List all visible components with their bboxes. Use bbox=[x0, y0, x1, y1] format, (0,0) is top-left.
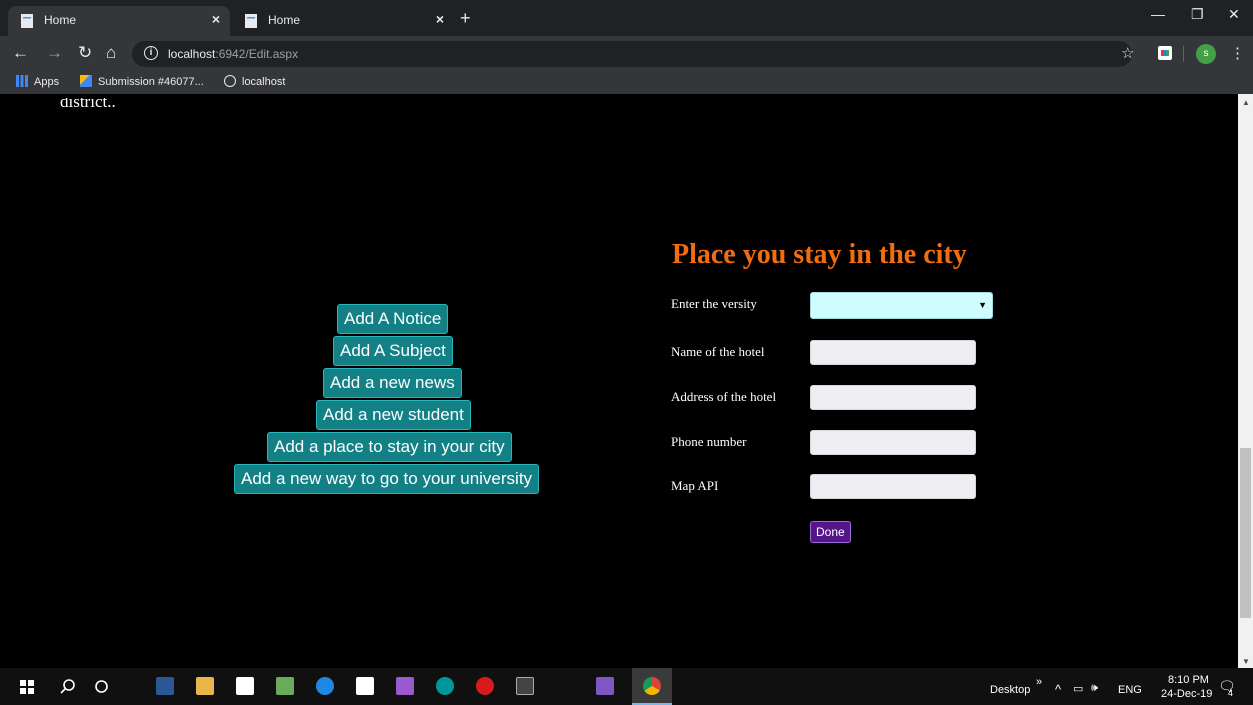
hotel-address-label: Address of the hotel bbox=[671, 389, 777, 404]
profile-avatar[interactable]: s bbox=[1196, 44, 1216, 64]
submission-icon bbox=[80, 75, 92, 87]
phone-label: Phone number bbox=[671, 434, 747, 449]
arduino-icon[interactable] bbox=[436, 677, 454, 695]
url-text: localhost:6942/Edit.aspx bbox=[168, 47, 298, 61]
hotel-name-label: Name of the hotel bbox=[671, 344, 765, 359]
phone-input[interactable] bbox=[810, 430, 976, 455]
add-place-to-stay-button[interactable]: Add a place to stay in your city bbox=[267, 432, 512, 462]
bookmark-submission[interactable]: Submission #46077... bbox=[80, 75, 204, 88]
url-path: :6942/Edit.aspx bbox=[215, 47, 299, 61]
store-icon[interactable] bbox=[236, 677, 254, 695]
clock-time[interactable]: 8:10 PM bbox=[1168, 674, 1209, 686]
mail-icon[interactable] bbox=[356, 677, 374, 695]
volume-icon[interactable]: 🕪 bbox=[1091, 682, 1098, 695]
bookmark-localhost[interactable]: localhost bbox=[224, 75, 285, 88]
versity-select[interactable]: ▼ bbox=[810, 292, 993, 319]
bookmark-apps[interactable]: Apps bbox=[16, 75, 59, 88]
chrome-taskbar-button[interactable] bbox=[632, 668, 672, 705]
bookmark-label: Submission #46077... bbox=[98, 76, 204, 88]
action-center-notification-icon[interactable]: 🗨 bbox=[1218, 678, 1236, 695]
dropdown-arrow-icon: ▼ bbox=[978, 300, 987, 310]
cortana-icon[interactable] bbox=[94, 679, 109, 694]
network-icon[interactable]: ▭ bbox=[1073, 682, 1083, 695]
page-favicon-icon bbox=[21, 14, 33, 28]
show-hidden-icons-chevron-icon[interactable]: ^ bbox=[1055, 682, 1061, 697]
opera-icon[interactable] bbox=[476, 677, 494, 695]
tab-close-icon[interactable]: × bbox=[212, 11, 220, 27]
home-icon[interactable]: ⌂ bbox=[106, 43, 116, 63]
tab-home-1[interactable]: Home × bbox=[8, 6, 230, 36]
add-subject-button[interactable]: Add A Subject bbox=[333, 336, 453, 366]
add-way-to-university-button[interactable]: Add a new way to go to your university bbox=[234, 464, 540, 494]
browser-toolbar: ← → ↻ ⌂ i localhost:6942/Edit.aspx ☆ bbox=[0, 36, 1253, 72]
windows-taskbar: Desktop » ^ ▭ 🕪 ENG 8:10 PM 24-Dec-19 🗨 … bbox=[0, 668, 1253, 705]
scroll-down-arrow-icon[interactable]: ▼ bbox=[1242, 657, 1250, 666]
word-icon[interactable] bbox=[156, 677, 174, 695]
tab-home-2[interactable]: Home × bbox=[232, 6, 454, 36]
search-icon[interactable] bbox=[60, 678, 76, 694]
globe-icon bbox=[224, 75, 236, 87]
page-favicon-icon bbox=[245, 14, 257, 28]
photos-app-icon[interactable] bbox=[276, 677, 294, 695]
versity-label: Enter the versity bbox=[671, 296, 757, 311]
edge-icon[interactable] bbox=[316, 677, 334, 695]
toolbar-expand-icon[interactable]: » bbox=[1036, 676, 1042, 688]
add-student-button[interactable]: Add a new student bbox=[316, 400, 471, 430]
tab-strip: Home × Home × + — ❐ ✕ bbox=[0, 0, 1253, 36]
forward-arrow-icon[interactable]: → bbox=[46, 43, 63, 63]
desktop-toolbar-label[interactable]: Desktop bbox=[990, 684, 1030, 696]
add-news-button[interactable]: Add a new news bbox=[323, 368, 462, 398]
hotel-address-input[interactable] bbox=[810, 385, 976, 410]
toolbar-separator bbox=[1183, 46, 1184, 62]
bookmark-label: Apps bbox=[34, 76, 60, 88]
menu-kebab-icon[interactable]: ⋮ bbox=[1230, 44, 1245, 62]
tab-title: Home bbox=[268, 13, 301, 27]
form-title: Place you stay in the city bbox=[672, 239, 967, 270]
page-scrollbar[interactable]: ▲ ▼ bbox=[1238, 94, 1253, 668]
file-explorer-icon[interactable] bbox=[196, 677, 214, 695]
page-viewport: district.. Add A Notice Add A Subject Ad… bbox=[7, 98, 1238, 668]
hotel-name-input[interactable] bbox=[810, 340, 976, 365]
visual-studio-code-icon[interactable] bbox=[396, 677, 414, 695]
site-info-icon[interactable]: i bbox=[144, 46, 158, 60]
visual-studio-icon[interactable] bbox=[596, 677, 614, 695]
clock-date[interactable]: 24-Dec-19 bbox=[1161, 688, 1212, 700]
chrome-icon bbox=[643, 677, 661, 695]
language-indicator[interactable]: ENG bbox=[1118, 684, 1142, 696]
scroll-thumb[interactable] bbox=[1240, 448, 1251, 618]
admin-menu: Add A Notice Add A Subject Add a new new… bbox=[7, 304, 787, 496]
done-button[interactable]: Done bbox=[810, 521, 851, 543]
cut-off-text: district.. bbox=[60, 98, 116, 111]
tab-title: Home bbox=[44, 13, 77, 27]
apps-grid-icon bbox=[16, 75, 28, 87]
notification-count-badge: 4 bbox=[1228, 688, 1234, 698]
restore-icon[interactable]: ❐ bbox=[1191, 6, 1204, 23]
window-close-icon[interactable]: ✕ bbox=[1228, 6, 1240, 23]
scroll-up-arrow-icon[interactable]: ▲ bbox=[1242, 98, 1250, 107]
windows-start-icon[interactable] bbox=[20, 680, 34, 694]
url-host: localhost bbox=[168, 47, 216, 61]
map-api-label: Map API bbox=[671, 478, 719, 493]
extension-icon[interactable] bbox=[1158, 46, 1172, 60]
reload-icon[interactable]: ↻ bbox=[78, 43, 92, 63]
terminal-icon[interactable] bbox=[516, 677, 534, 695]
bookmarks-bar: Apps Submission #46077... localhost bbox=[0, 72, 1253, 94]
add-notice-button[interactable]: Add A Notice bbox=[337, 304, 449, 334]
map-api-input[interactable] bbox=[810, 474, 976, 499]
new-tab-plus-icon[interactable]: + bbox=[460, 8, 471, 29]
bookmark-label: localhost bbox=[242, 76, 286, 88]
address-bar[interactable]: i localhost:6942/Edit.aspx bbox=[132, 41, 1132, 67]
back-arrow-icon[interactable]: ← bbox=[12, 43, 29, 63]
minimize-icon[interactable]: — bbox=[1151, 6, 1165, 22]
tab-close-icon[interactable]: × bbox=[436, 11, 444, 27]
bookmark-star-icon[interactable]: ☆ bbox=[1121, 44, 1134, 62]
